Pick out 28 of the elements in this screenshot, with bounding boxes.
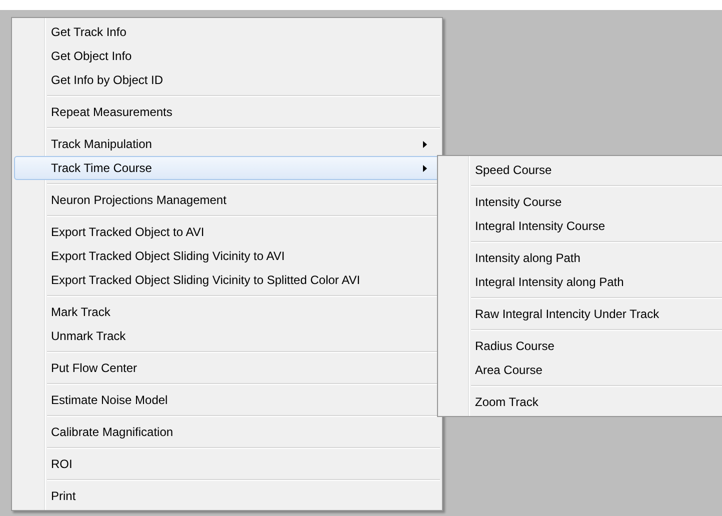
menu-item[interactable]: Radius Course [440,334,722,358]
menu-item[interactable]: Intensity along Path [440,246,722,270]
menu-item[interactable]: Track Time Course [14,156,440,180]
menu-item[interactable]: Export Tracked Object to AVI [14,220,440,244]
menu-item[interactable]: Get Object Info [14,44,440,68]
menu-item[interactable]: Put Flow Center [14,356,440,380]
menu-item[interactable]: Track Manipulation [14,132,440,156]
menu-item[interactable]: Integral Intensity Course [440,214,722,238]
menu-item[interactable]: Integral Intensity along Path [440,270,722,294]
menu-item[interactable]: Speed Course [440,158,722,182]
menu-item[interactable]: Get Track Info [14,20,440,44]
menu-item[interactable]: Zoom Track [440,390,722,414]
submenu-arrow-icon [423,140,427,148]
menu-item[interactable]: Estimate Noise Model [14,388,440,412]
menu-item[interactable]: Mark Track [14,300,440,324]
menu-item[interactable]: Neuron Projections Management [14,188,440,212]
menu-item[interactable]: ROI [14,452,440,476]
menu-item[interactable]: Export Tracked Object Sliding Vicinity to AVI [14,244,440,268]
submenu-arrow-icon [423,164,427,172]
menu-item[interactable]: Get Info by Object ID [14,68,440,92]
menu-item[interactable]: Unmark Track [14,324,440,348]
menu-item[interactable]: Intensity Course [440,190,722,214]
menu-item[interactable]: Calibrate Magnification [14,420,440,444]
menu-item[interactable]: Print [14,484,440,508]
menu-item[interactable]: Repeat Measurements [14,100,440,124]
menu-item[interactable]: Export Tracked Object Sliding Vicinity to Splitted Color AVI [14,268,440,292]
menu-item[interactable]: Raw Integral Intencity Under Track [440,302,722,326]
menu-item[interactable]: Area Course [440,358,722,382]
